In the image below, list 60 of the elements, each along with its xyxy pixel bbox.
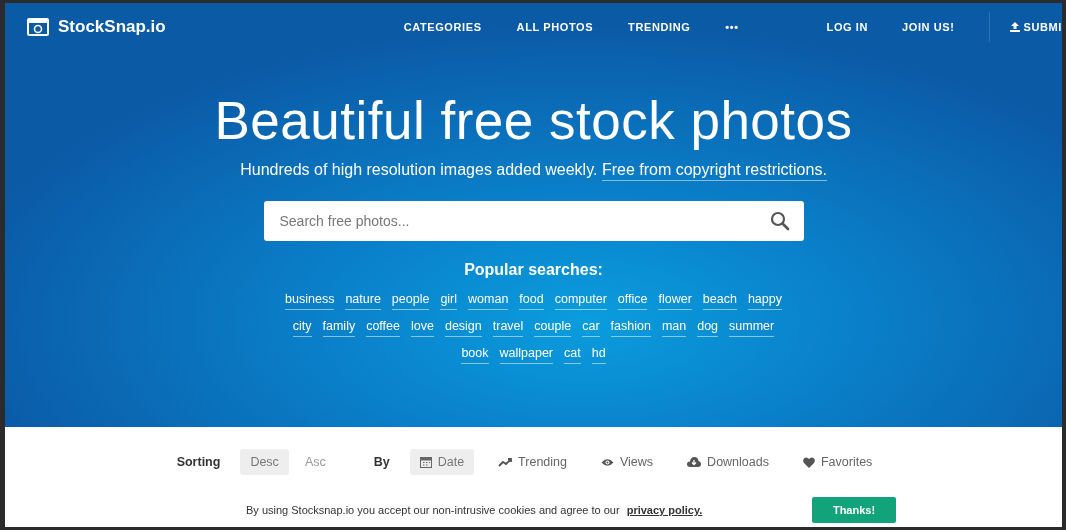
hero-subtitle: Hundreds of high resolution images added weekly. [240, 161, 598, 178]
calendar-icon [419, 456, 432, 468]
nav-link[interactable]: ••• [725, 21, 739, 33]
search-tag-link[interactable]: woman [468, 291, 509, 310]
search-tag-link[interactable]: summer [729, 318, 775, 337]
search-tag-link[interactable]: city [292, 318, 312, 337]
popular-heading: Popular searches: [464, 261, 603, 279]
search-tag-link[interactable]: food [519, 291, 544, 310]
upload-icon [1009, 22, 1020, 32]
sort-by-button[interactable]: Downloads [677, 449, 779, 475]
by-label: By [373, 455, 390, 469]
search-tag-link[interactable]: beach [702, 291, 737, 310]
search-tag-link[interactable]: book [461, 345, 489, 364]
camera-icon [27, 17, 49, 37]
search-tag-link[interactable]: wallpaper [499, 345, 553, 364]
search-tag-link[interactable]: office [617, 291, 648, 310]
nav-link[interactable]: CATEGORIES [403, 21, 482, 33]
sort-by-button[interactable]: Favorites [792, 449, 883, 475]
search-tag-link[interactable]: car [582, 318, 600, 337]
thanks-button[interactable]: Thanks! [812, 497, 896, 523]
trend-icon [498, 457, 513, 467]
search-tag-link[interactable]: business [285, 291, 335, 310]
copyright-link[interactable]: Free from copyright restrictions. [601, 161, 827, 181]
search-tag-link[interactable]: cat [564, 345, 581, 364]
search-tag-link[interactable]: coffee [366, 318, 400, 337]
nav-link[interactable]: LOG IN [826, 21, 869, 33]
search-tag-link[interactable]: fashion [610, 318, 651, 337]
sort-by-button[interactable]: Date [409, 449, 475, 475]
nav-link[interactable]: ALL PHOTOS [516, 21, 594, 33]
sort-order-button[interactable]: Desc [240, 449, 289, 475]
sort-by-button[interactable]: Trending [488, 449, 577, 475]
search-tag-link[interactable]: dog [697, 318, 719, 337]
search-tag-link[interactable]: couple [534, 318, 572, 337]
eye-icon [601, 457, 614, 467]
submit-link[interactable]: SUBMI [1009, 21, 1062, 33]
search-tag-link[interactable]: man [661, 318, 687, 337]
search-tag-link[interactable]: flower [658, 291, 692, 310]
search-tag-link[interactable]: travel [492, 318, 524, 337]
search-tag-link[interactable]: design [444, 318, 482, 337]
search-tag-link[interactable]: hd [591, 345, 606, 364]
sort-order-button[interactable]: Asc [294, 449, 336, 475]
hero-title: Beautiful free stock photos [214, 91, 853, 151]
search-tag-link[interactable]: nature [345, 291, 381, 310]
search-tag-link[interactable]: love [411, 318, 434, 337]
search-tag-link[interactable]: family [322, 318, 356, 337]
search-tag-link[interactable]: people [391, 291, 430, 310]
search-tag-link[interactable]: happy [747, 291, 782, 310]
search-field[interactable]: Search free photos... [263, 201, 804, 241]
cookie-text: By using Stocksnap.io you accept our non-intrusive cookies and agree to our [246, 504, 620, 516]
cloud-download-icon [687, 457, 702, 467]
privacy-policy-link[interactable]: privacy policy. [626, 504, 703, 516]
nav-link[interactable]: TRENDING [628, 21, 691, 33]
heart-icon [802, 456, 815, 468]
sort-by-button[interactable]: Views [591, 449, 664, 475]
search-tag-link[interactable]: girl [440, 291, 458, 310]
logo-link[interactable]: StockSnap.io [58, 17, 166, 37]
sorting-label: Sorting [176, 455, 221, 469]
search-tag-link[interactable]: computer [554, 291, 607, 310]
nav-link[interactable]: JOIN US! [902, 21, 955, 33]
search-icon[interactable] [769, 211, 790, 231]
